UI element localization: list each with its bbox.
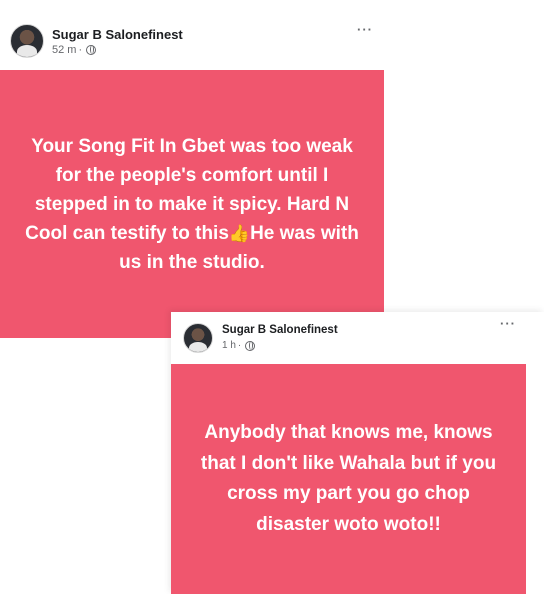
post-text: Your Song Fit In Gbet was too weak for t… [22, 132, 362, 277]
globe-icon [245, 340, 256, 351]
post-time[interactable]: 1 h [222, 340, 236, 351]
post-card-2: Sugar B Salonefinest 1 h · ··· Anybody t… [171, 312, 544, 594]
post-time[interactable]: 52 m [52, 44, 76, 56]
post-text-background: Anybody that knows me, knows that I don'… [171, 364, 526, 594]
meta-separator: · [237, 340, 242, 351]
avatar[interactable] [183, 323, 213, 353]
more-options-icon[interactable]: ··· [357, 22, 373, 37]
post-meta: 1 h · [222, 340, 256, 351]
post-text-background: Your Song Fit In Gbet was too weak for t… [0, 70, 384, 338]
more-options-icon[interactable]: ··· [500, 316, 516, 331]
post-text: Anybody that knows me, knows that I don'… [200, 422, 497, 535]
post-header: Sugar B Salonefinest 52 m · ··· [0, 0, 392, 70]
author-name[interactable]: Sugar B Salonefinest [52, 27, 183, 42]
globe-icon [86, 45, 97, 55]
meta-separator: · [78, 44, 83, 56]
post-card-1: Sugar B Salonefinest 52 m · ··· Your Son… [0, 0, 392, 340]
thumbs-up-emoji: 👍 [228, 223, 251, 243]
avatar[interactable] [10, 24, 44, 58]
author-name[interactable]: Sugar B Salonefinest [222, 324, 338, 336]
post-meta: 52 m · [52, 44, 97, 56]
post-header: Sugar B Salonefinest 1 h · ··· [171, 312, 544, 364]
